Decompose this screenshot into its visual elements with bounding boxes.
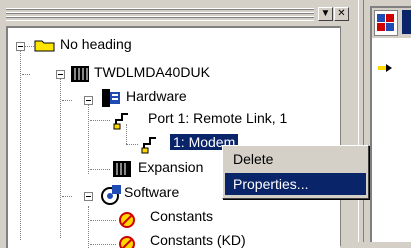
context-menu: Delete Properties... [222, 145, 369, 199]
tree-item-constants-kd[interactable]: Constants (KD) [150, 232, 246, 248]
right-panel [364, 0, 411, 242]
tree-item-plc[interactable]: TWDLMDA40DUK [94, 64, 210, 80]
expander-software[interactable] [84, 192, 93, 201]
tab-view-icon[interactable] [374, 10, 398, 36]
expansion-icon [112, 159, 132, 179]
close-button[interactable]: ✕ [334, 7, 349, 21]
tree-item-expansion[interactable]: Expansion [138, 159, 203, 175]
tree-item-software[interactable]: Software [124, 184, 179, 200]
tree-item-no-heading[interactable]: No heading [60, 36, 132, 52]
plc-icon [70, 64, 90, 84]
expander-hardware[interactable] [84, 96, 93, 105]
minimize-button[interactable]: ▼ [318, 7, 333, 21]
panel-titlebar[interactable]: ▼ ✕ [6, 6, 351, 24]
right-panel-frame [370, 6, 411, 242]
folder-icon [34, 38, 56, 52]
tree-item-constants[interactable]: Constants [150, 208, 213, 224]
port-icon [112, 110, 130, 130]
arrow-icon [378, 60, 398, 72]
software-icon [100, 184, 122, 206]
tree-item-port1[interactable]: Port 1: Remote Link, 1 [148, 110, 287, 126]
right-tabbar [372, 8, 411, 38]
constants-icon [118, 211, 136, 229]
vertical-scrollbar[interactable] [340, 26, 358, 246]
project-tree[interactable]: No heading TWDLMDA40DUK Hardware Port 1:… [6, 26, 340, 248]
tree-item-hardware[interactable]: Hardware [126, 88, 187, 104]
hardware-icon [100, 88, 122, 108]
menu-item-delete[interactable]: Delete [225, 148, 366, 170]
tab-active[interactable] [402, 10, 411, 34]
menu-item-properties[interactable]: Properties... [225, 173, 366, 195]
expander-no-heading[interactable] [16, 42, 25, 51]
tree-panel: ▼ ✕ No heading TWDLMDA40DUK Hardware Por… [0, 0, 358, 248]
modem-icon [140, 134, 158, 154]
titlebar-grip[interactable] [6, 8, 314, 21]
expander-plc[interactable] [56, 70, 65, 79]
